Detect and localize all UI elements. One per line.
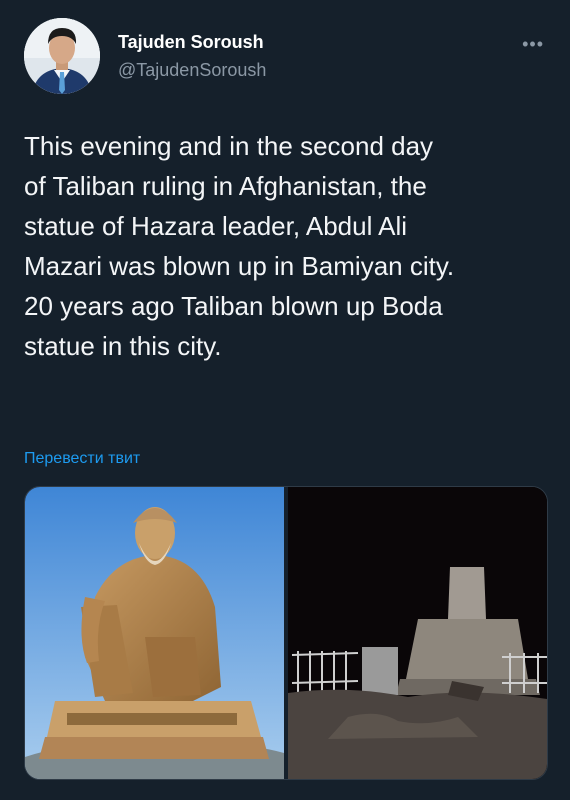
statue-photo[interactable] [25, 487, 284, 779]
tweet-header: Tajuden Soroush @TajudenSoroush ••• [22, 14, 552, 98]
author-name[interactable]: Tajuden Soroush [118, 32, 264, 53]
statue-image [25, 487, 284, 779]
translate-tweet-link[interactable]: Перевести твит [24, 450, 140, 468]
author-handle[interactable]: @TajudenSoroush [118, 60, 266, 81]
avatar-image [24, 18, 100, 94]
avatar[interactable] [24, 18, 100, 94]
tweet-text: This evening and in the second day of Ta… [24, 131, 455, 361]
destroyed-statue-photo[interactable] [288, 487, 547, 779]
more-options-icon[interactable]: ••• [522, 34, 544, 55]
destroyed-statue-image [288, 487, 547, 779]
tweet-media[interactable] [24, 486, 548, 780]
